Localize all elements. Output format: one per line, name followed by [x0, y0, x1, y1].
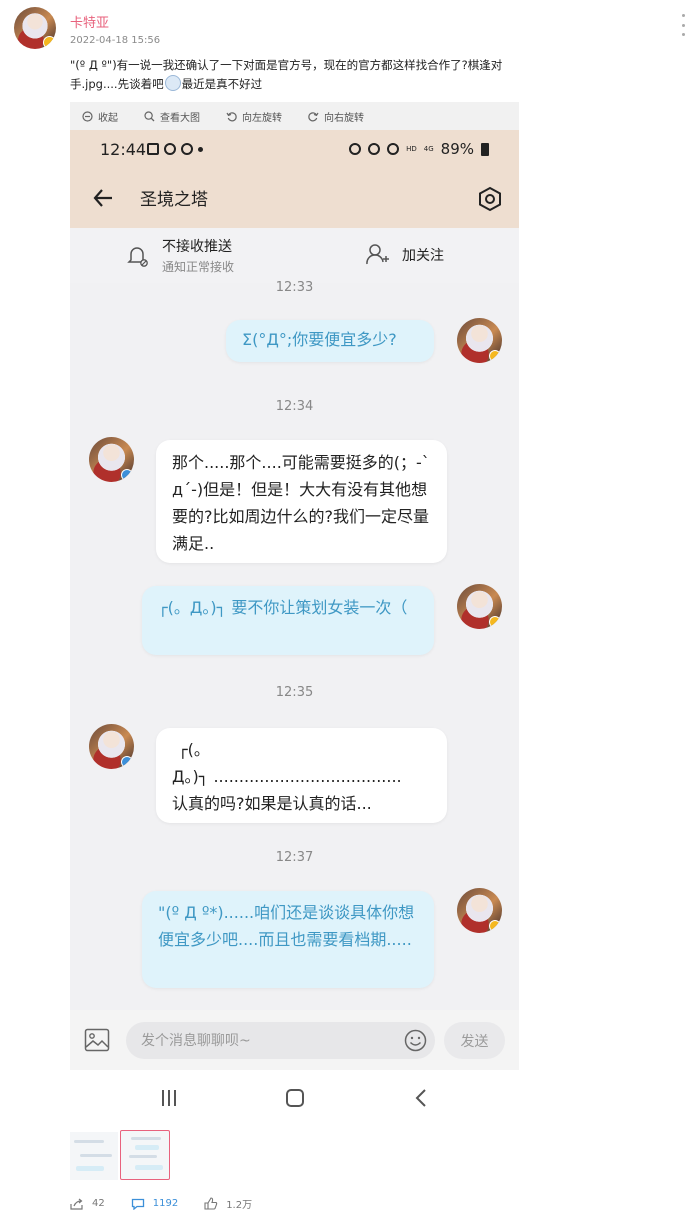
like-button[interactable]: 1.2万 [204, 1196, 252, 1211]
chat-timestamp: 12:34 [275, 399, 314, 414]
collapse-label: 收起 [98, 112, 118, 124]
share-icon [70, 1198, 83, 1210]
outgoing-message: "(º Д º*)......咱们还是谈谈具体你想便宜多少吧....而且也需要看… [142, 891, 434, 988]
gallery-notification-icon [147, 143, 159, 155]
my-chat-avatar[interactable] [457, 318, 502, 363]
mute-icon [368, 143, 381, 155]
view-large-button[interactable]: 查看大图 [144, 109, 200, 124]
message-input[interactable] [126, 1022, 435, 1059]
hd-indicator: HD [406, 144, 417, 153]
no-push-sublabel: 通知正常接收 [162, 260, 235, 274]
wifi-icon [387, 143, 400, 155]
verified-badge-icon [489, 616, 501, 628]
nav-back-icon[interactable] [414, 1088, 428, 1108]
official-chat-avatar[interactable] [89, 724, 134, 769]
message-line: Д。)┐ ...................................… [172, 767, 402, 786]
status-clock: 12:44 [100, 140, 147, 159]
thumbs-up-icon [204, 1197, 218, 1210]
add-user-icon[interactable] [366, 242, 390, 266]
verified-badge-icon [489, 920, 501, 932]
outgoing-message: Σ(°Д°;你要便宜多少? [226, 320, 434, 362]
message-line: ┌(。 [178, 740, 210, 759]
post-timestamp: 2022-04-18 15:56 [70, 35, 161, 46]
network-indicator: 4G [423, 144, 434, 153]
settings-hexagon-icon[interactable] [477, 186, 503, 212]
bell-muted-icon[interactable] [125, 242, 151, 268]
rotate-right-icon [308, 111, 319, 121]
official-chat-avatar[interactable] [89, 437, 134, 482]
chat-title: 圣境之塔 [140, 190, 208, 210]
viewer-toolbar: 收起 查看大图 向左旋转 向右旋转 [70, 102, 519, 130]
chat-app-bar: 圣境之塔 [70, 170, 519, 228]
qq-notification-icon [164, 143, 176, 155]
comment-icon [131, 1198, 144, 1210]
recent-apps-icon[interactable] [162, 1090, 176, 1106]
image-thumbnail-selected[interactable] [120, 1130, 170, 1180]
status-notification-icons [147, 143, 203, 155]
rotate-left-icon [226, 111, 237, 121]
view-large-label: 查看大图 [160, 112, 200, 124]
rotate-right-button[interactable]: 向右旋转 [308, 109, 364, 124]
my-chat-avatar[interactable] [457, 584, 502, 629]
home-icon[interactable] [286, 1089, 304, 1107]
rotate-right-label: 向右旋转 [324, 112, 364, 124]
post-text-part-2: 最近是真不好过 [181, 77, 263, 91]
status-system-icons: HD 4G 89% [349, 140, 489, 158]
verified-badge-icon [489, 350, 501, 362]
poster-username[interactable]: 卡特亚 [70, 12, 109, 31]
message-input-bar: 发送 [70, 1010, 519, 1070]
more-options-icon[interactable] [680, 14, 686, 36]
follow-label[interactable]: 加关注 [402, 245, 444, 265]
incoming-message: ┌(。 Д。)┐ ...............................… [156, 728, 447, 823]
android-nav-bar [70, 1070, 519, 1126]
no-push-label[interactable]: 不接收推送 [162, 236, 232, 256]
poster-avatar[interactable] [14, 7, 56, 49]
official-badge-icon [121, 469, 133, 481]
post-text: "(º Д º")有一说一我还确认了一下对面是官方号，现在的官方都这样找合作了?… [70, 56, 515, 94]
phone-status-bar: 12:44 HD 4G 89% [70, 130, 519, 170]
message-line: 认真的吗?如果是认真的话... [172, 794, 372, 813]
alarm-icon [349, 143, 362, 155]
incoming-message: 那个.....那个....可能需要挺多的(；-` д´-)但是！但是！大大有没有… [156, 440, 447, 563]
verified-badge-icon [43, 36, 56, 49]
magnifier-icon [144, 110, 155, 121]
comment-button[interactable]: 1192 [131, 1198, 178, 1210]
rotate-left-button[interactable]: 向左旋转 [226, 109, 282, 124]
more-notifications-dot-icon [198, 146, 203, 152]
send-button[interactable]: 发送 [444, 1022, 505, 1059]
comment-count: 1192 [152, 1198, 179, 1209]
collapse-button[interactable]: 收起 [82, 109, 118, 124]
image-thumbnail[interactable] [70, 1132, 118, 1180]
image-picker-icon[interactable] [84, 1028, 110, 1052]
my-chat-avatar[interactable] [457, 888, 502, 933]
battery-icon [481, 142, 489, 156]
like-count: 1.2万 [226, 1200, 253, 1211]
image-viewer: 收起 查看大图 向左旋转 向右旋转 12:44 HD 4G 89% 圣境之塔 不… [70, 102, 519, 1010]
collapse-icon [82, 110, 93, 122]
post-text-part-1: "(º Д º")有一说一我还确认了一下对面是官方号，现在的官方都这样找合作了?… [70, 58, 503, 91]
back-arrow-icon[interactable] [92, 187, 114, 209]
battery-percent: 89% [440, 140, 474, 158]
chat-timestamp: 12:37 [275, 850, 314, 865]
official-badge-icon [121, 756, 133, 768]
share-button[interactable]: 42 [70, 1198, 105, 1210]
post-stats: 42 1192 1.2万 [70, 1196, 278, 1211]
chat-action-bar: 不接收推送 通知正常接收 加关注 [70, 228, 519, 283]
qq-notification-icon-2 [181, 143, 193, 155]
chat-timestamp: 12:33 [275, 280, 314, 295]
share-count: 42 [92, 1198, 105, 1209]
rotate-left-label: 向左旋转 [242, 112, 282, 124]
emoji-picker-icon[interactable] [404, 1029, 427, 1052]
chat-timestamp: 12:35 [275, 685, 314, 700]
emoji-sticker-icon [164, 75, 181, 91]
outgoing-message: ┌(。Д。)┐ 要不你让策划女装一次（ [142, 586, 434, 655]
